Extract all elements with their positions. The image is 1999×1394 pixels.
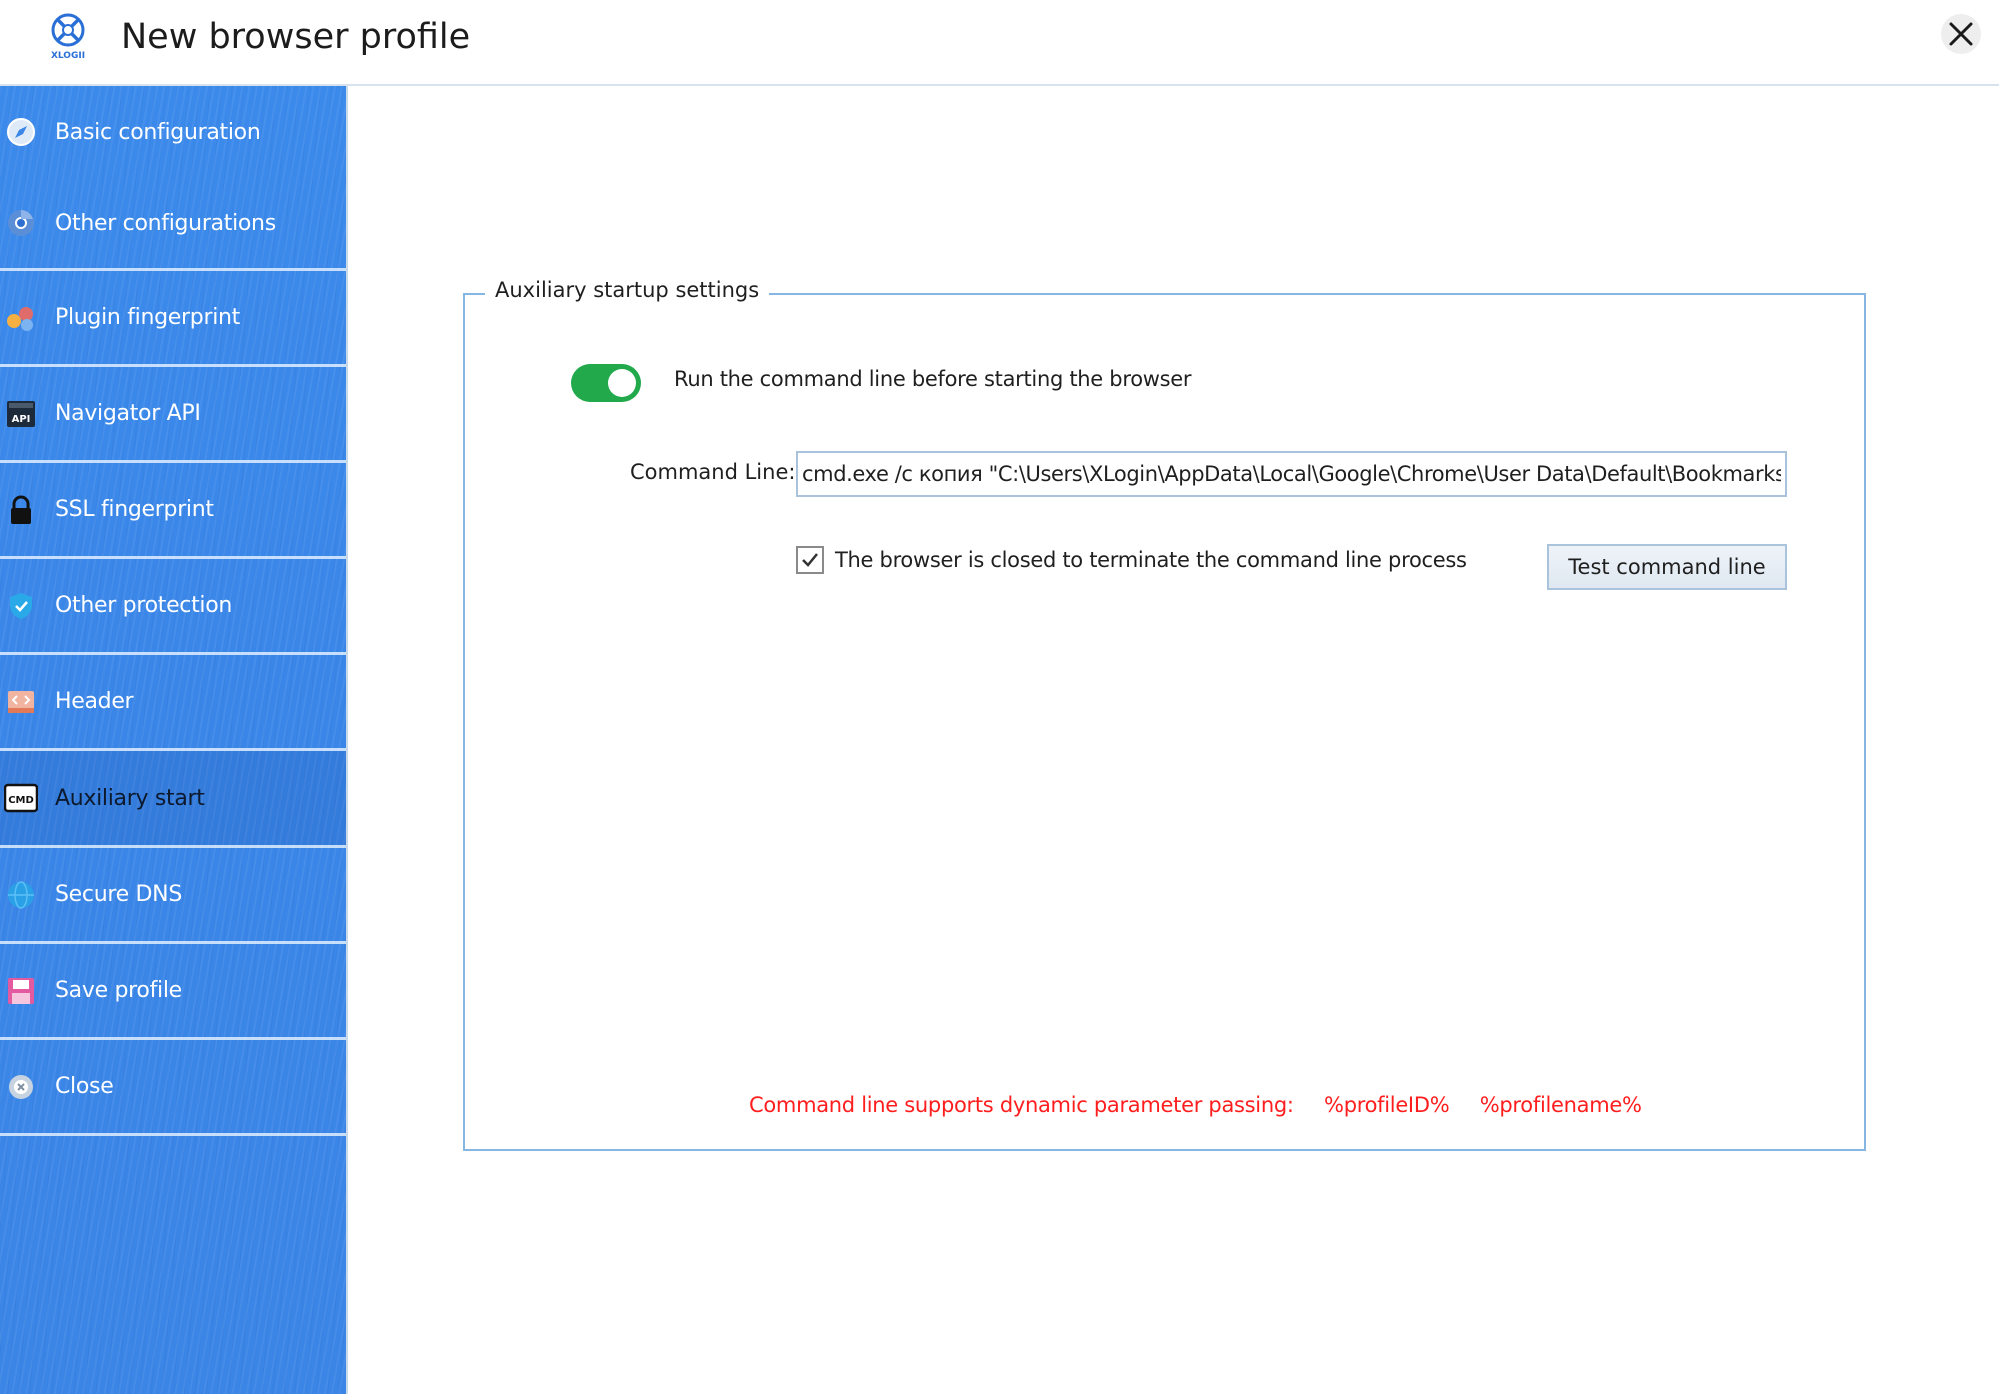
title-bar: XLOGII New browser profile: [0, 0, 1999, 86]
sidebar-item-label: Close: [55, 1074, 114, 1099]
chrome-icon: [4, 206, 38, 240]
sidebar-item-label: Other configurations: [55, 210, 276, 236]
sidebar-item-label: SSL fingerprint: [55, 497, 214, 522]
sidebar-item-basic-configuration[interactable]: Basic configuration: [0, 86, 346, 178]
dialog-window: XLOGII New browser profile Basic configu…: [0, 0, 1999, 1394]
close-icon: [1941, 14, 1981, 54]
hint-text: Command line supports dynamic parameter …: [749, 1093, 1294, 1117]
sidebar-item-other-protection[interactable]: Other protection: [0, 559, 346, 655]
sidebar-item-navigator-api[interactable]: API Navigator API: [0, 367, 346, 463]
test-command-line-button[interactable]: Test command line: [1547, 544, 1787, 590]
sidebar: Basic configuration Other configurations: [0, 86, 348, 1394]
lock-icon: [4, 493, 38, 527]
auxiliary-startup-groupbox: Auxiliary startup settings Run the comma…: [463, 278, 1866, 1151]
command-line-input[interactable]: [796, 451, 1787, 497]
terminate-process-checkbox[interactable]: [796, 546, 824, 574]
api-badge-text: API: [12, 414, 31, 425]
hint-param-profile-id: %profileID%: [1324, 1093, 1450, 1117]
sidebar-item-label: Secure DNS: [55, 882, 182, 907]
api-icon: API: [4, 397, 38, 431]
close-circle-icon: [4, 1070, 38, 1104]
dynamic-params-hint: Command line supports dynamic parameter …: [749, 1093, 1666, 1117]
toggle-knob: [608, 369, 636, 397]
shield-icon: [4, 589, 38, 623]
sidebar-item-other-configurations[interactable]: Other configurations: [0, 178, 346, 271]
hint-param-profile-name: %profilename%: [1479, 1093, 1642, 1117]
xlogin-logo-icon: XLOGII: [40, 8, 96, 64]
sidebar-item-label: Navigator API: [55, 401, 201, 426]
sidebar-item-auxiliary-start[interactable]: CMD Auxiliary start: [0, 751, 346, 848]
run-command-toggle-label: Run the command line before starting the…: [674, 367, 1192, 391]
close-window-button[interactable]: [1923, 0, 1999, 68]
compass-icon: [4, 115, 38, 149]
sidebar-item-ssl-fingerprint[interactable]: SSL fingerprint: [0, 463, 346, 559]
terminate-process-label: The browser is closed to terminate the c…: [835, 548, 1467, 572]
sidebar-item-label: Plugin fingerprint: [55, 305, 240, 330]
sidebar-item-label: Save profile: [55, 978, 182, 1003]
checkmark-icon: [802, 553, 818, 567]
sidebar-item-close[interactable]: Close: [0, 1040, 346, 1136]
sidebar-item-secure-dns[interactable]: Secure DNS: [0, 848, 346, 944]
puzzle-icon: [4, 301, 38, 335]
groupbox-title: Auxiliary startup settings: [485, 278, 770, 302]
sidebar-item-header[interactable]: Header: [0, 655, 346, 751]
save-icon: [4, 974, 38, 1008]
command-line-label: Command Line:: [630, 460, 796, 484]
window-title: New browser profile: [121, 17, 471, 57]
sidebar-item-plugin-fingerprint[interactable]: Plugin fingerprint: [0, 271, 346, 367]
sidebar-item-label: Other protection: [55, 593, 233, 618]
logo-text: XLOGII: [51, 51, 85, 61]
cmd-icon: CMD: [4, 781, 38, 815]
cmd-badge-text: CMD: [8, 795, 34, 806]
sidebar-item-label: Basic configuration: [55, 119, 261, 145]
sidebar-item-label: Auxiliary start: [55, 785, 205, 811]
sidebar-item-save-profile[interactable]: Save profile: [0, 944, 346, 1040]
code-icon: [4, 685, 38, 719]
globe-icon: [4, 878, 38, 912]
run-command-toggle[interactable]: [571, 364, 641, 402]
sidebar-item-label: Header: [55, 689, 134, 714]
